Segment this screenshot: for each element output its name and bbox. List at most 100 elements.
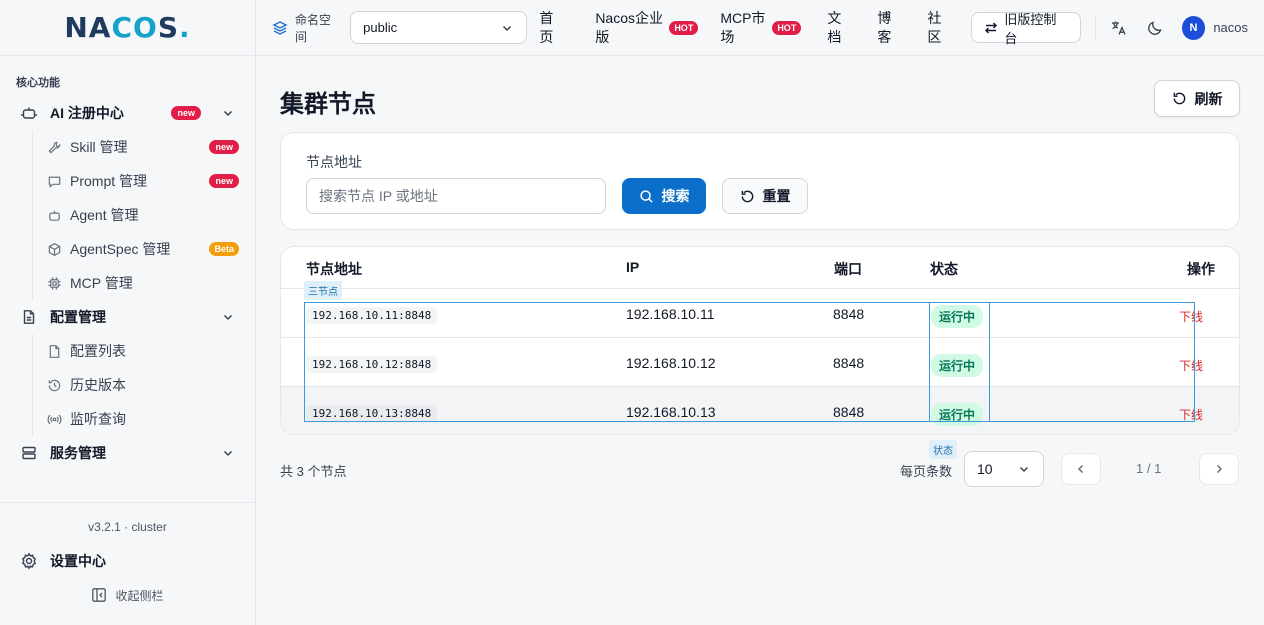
chevron-down-icon[interactable] bbox=[221, 310, 235, 324]
sidebar-item-listener[interactable]: 监听查询 bbox=[33, 402, 255, 436]
sidebar-item-agentspec[interactable]: AgentSpec 管理 Beta bbox=[33, 232, 255, 266]
sidebar-item-skill[interactable]: Skill 管理 new bbox=[33, 130, 255, 164]
search-card: 节点地址 搜索 重置 bbox=[280, 132, 1240, 230]
new-badge: new bbox=[171, 106, 201, 120]
refresh-button[interactable]: 刷新 bbox=[1154, 80, 1240, 117]
sidebar-item-history[interactable]: 历史版本 bbox=[33, 368, 255, 402]
settings-center[interactable]: 设置中心 bbox=[0, 544, 255, 578]
chevron-down-icon[interactable] bbox=[221, 446, 235, 460]
status-highlight-tag: 状态 bbox=[929, 440, 957, 459]
node-ip: 192.168.10.13 bbox=[626, 404, 716, 420]
nav-docs[interactable]: 文档 bbox=[827, 9, 845, 47]
table-row: 192.168.10.11:8848 192.168.10.11 8848 运行… bbox=[281, 288, 1239, 337]
table-row: 192.168.10.12:8848 192.168.10.12 8848 运行… bbox=[281, 337, 1239, 386]
nav-blog[interactable]: 博客 bbox=[877, 9, 895, 47]
old-console-button[interactable]: 旧版控制台 bbox=[971, 12, 1081, 46]
gear-icon bbox=[20, 552, 38, 570]
server-icon bbox=[20, 444, 38, 462]
top-header: 命名空间 public 首页 Nacos企业版 HOT MCP市场 HOT 文档 博… bbox=[256, 0, 1264, 56]
sidebar-footer: v3.2.1 · cluster 设置中心 收起侧栏 bbox=[0, 502, 255, 625]
chevron-down-icon bbox=[500, 21, 514, 35]
sidebar-collapse-icon bbox=[91, 587, 107, 603]
layers-icon bbox=[272, 20, 288, 36]
sidebar-item-config-list[interactable]: 配置列表 bbox=[33, 334, 255, 368]
node-ip: 192.168.10.12 bbox=[626, 355, 716, 371]
nav-mcp-market[interactable]: MCP市场 HOT bbox=[720, 9, 802, 47]
node-port: 8848 bbox=[833, 404, 865, 420]
search-input[interactable] bbox=[306, 178, 606, 214]
per-page-label: 每页条数 bbox=[900, 464, 953, 479]
offline-link[interactable]: 下线 bbox=[1179, 406, 1203, 423]
sidebar-item-prompt[interactable]: Prompt 管理 new bbox=[33, 164, 255, 198]
hot-badge: HOT bbox=[669, 20, 699, 35]
offline-link[interactable]: 下线 bbox=[1179, 357, 1203, 374]
status-badge: 运行中 bbox=[931, 354, 984, 377]
hot-badge: HOT bbox=[772, 20, 802, 35]
page-indicator: 1 / 1 bbox=[1136, 461, 1162, 476]
ai-registry-submenu: Skill 管理 new Prompt 管理 new Agent 管理 Agen… bbox=[32, 130, 255, 300]
document-icon bbox=[20, 308, 38, 326]
nav-group-config[interactable]: 配置管理 bbox=[0, 300, 255, 334]
username[interactable]: nacos bbox=[1213, 20, 1248, 35]
header-nav: 首页 Nacos企业版 HOT MCP市场 HOT 文档 博客 社区 bbox=[539, 9, 967, 47]
next-page-button[interactable] bbox=[1199, 453, 1239, 485]
section-title-core: 核心功能 bbox=[16, 77, 60, 89]
chip-icon bbox=[46, 275, 62, 291]
robot-icon bbox=[20, 104, 38, 122]
chevron-down-icon bbox=[1017, 462, 1031, 476]
refresh-icon bbox=[1172, 91, 1187, 106]
chevron-down-icon[interactable] bbox=[221, 106, 235, 120]
header-divider bbox=[1094, 15, 1096, 40]
search-label: 节点地址 bbox=[306, 154, 362, 170]
offline-link[interactable]: 下线 bbox=[1179, 308, 1203, 325]
nodes-highlight-tag: 三节点 bbox=[304, 281, 342, 300]
new-badge: new bbox=[209, 174, 239, 188]
sidebar: NACOS. 核心功能 AI 注册中心 new Skill 管理 new Pro… bbox=[0, 0, 256, 625]
chat-icon bbox=[46, 173, 62, 189]
prev-page-button[interactable] bbox=[1061, 453, 1101, 485]
node-port: 8848 bbox=[833, 306, 865, 322]
config-submenu: 配置列表 历史版本 监听查询 bbox=[32, 334, 255, 436]
swap-icon bbox=[984, 21, 998, 35]
sidebar-item-mcp[interactable]: MCP 管理 bbox=[33, 266, 255, 300]
nav-group-service[interactable]: 服务管理 bbox=[0, 436, 255, 470]
column-header-address: 节点地址 bbox=[306, 261, 362, 277]
search-button[interactable]: 搜索 bbox=[622, 178, 706, 214]
total-count: 共 3 个节点 bbox=[280, 464, 347, 479]
nav-enterprise[interactable]: Nacos企业版 HOT bbox=[595, 9, 699, 47]
broadcast-icon bbox=[46, 411, 62, 427]
beta-badge: Beta bbox=[209, 242, 239, 256]
namespace-select[interactable]: public bbox=[350, 11, 528, 44]
nav-group-ai-registry[interactable]: AI 注册中心 new bbox=[0, 96, 255, 130]
document-icon bbox=[46, 343, 62, 359]
namespace-label: 命名空间 bbox=[295, 12, 332, 44]
cube-icon bbox=[46, 241, 62, 257]
new-badge: new bbox=[209, 140, 239, 154]
reset-button[interactable]: 重置 bbox=[722, 178, 808, 214]
nav-community[interactable]: 社区 bbox=[927, 9, 945, 47]
wrench-icon bbox=[46, 139, 62, 155]
status-badge: 运行中 bbox=[931, 403, 984, 426]
node-ip: 192.168.10.11 bbox=[626, 306, 715, 322]
avatar[interactable]: N bbox=[1181, 15, 1206, 40]
node-address: 192.168.10.12:8848 bbox=[306, 356, 438, 373]
nacos-logo[interactable]: NACOS. bbox=[0, 0, 255, 56]
node-address: 192.168.10.11:8848 bbox=[306, 307, 438, 324]
column-header-ip: IP bbox=[626, 259, 640, 275]
page-size-select[interactable]: 10 bbox=[964, 451, 1044, 487]
robot-icon bbox=[46, 207, 62, 223]
table-row: 192.168.10.13:8848 192.168.10.13 8848 运行… bbox=[281, 386, 1239, 434]
reset-icon bbox=[740, 189, 755, 204]
column-header-status: 状态 bbox=[930, 261, 958, 277]
nav-home[interactable]: 首页 bbox=[539, 9, 557, 47]
history-icon bbox=[46, 377, 62, 393]
collapse-sidebar-button[interactable]: 收起侧栏 bbox=[0, 584, 255, 606]
search-icon bbox=[639, 189, 654, 204]
sidebar-item-agent[interactable]: Agent 管理 bbox=[33, 198, 255, 232]
column-header-actions: 操作 bbox=[1187, 261, 1215, 277]
chevron-right-icon bbox=[1212, 462, 1226, 476]
translate-icon[interactable] bbox=[1110, 19, 1128, 37]
version-label: v3.2.1 · cluster bbox=[88, 520, 167, 534]
moon-icon[interactable] bbox=[1146, 19, 1164, 37]
cluster-table: 节点地址 IP 端口 状态 操作 192.168.10.11:8848 192.… bbox=[280, 246, 1240, 435]
